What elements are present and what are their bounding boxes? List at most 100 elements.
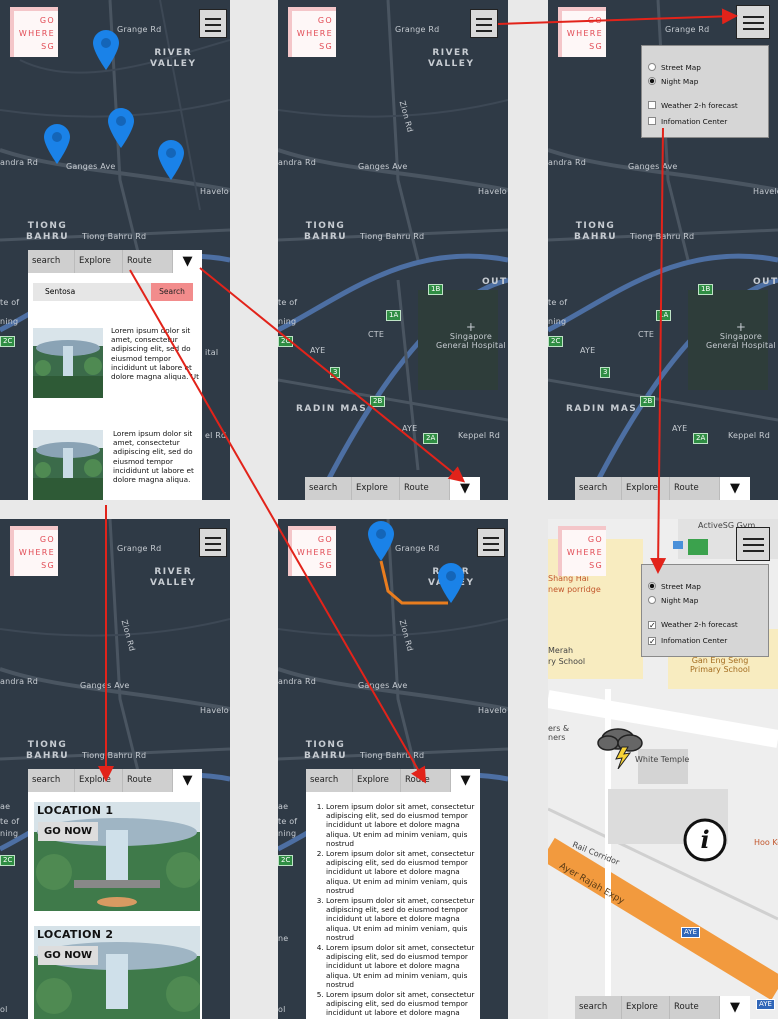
map-label-grange-rd: Grange Rd bbox=[665, 25, 710, 34]
tab-explore[interactable]: Explore bbox=[352, 477, 400, 500]
map-label-river-valley: RIVER VALLEY bbox=[150, 48, 197, 69]
location-card[interactable]: LOCATION 2 GO NOW bbox=[34, 926, 200, 1019]
screen-layer-menu: Grange Rd andra Rd Ganges Ave Havelo TIO… bbox=[548, 0, 778, 500]
map-label-ae: ae bbox=[0, 802, 11, 811]
road-badge-3: 3 bbox=[330, 367, 341, 378]
location-card[interactable]: LOCATION 1 GO NOW bbox=[34, 802, 200, 911]
collapse-panel-button[interactable]: ▼ bbox=[173, 769, 202, 792]
checkbox-icon bbox=[648, 101, 656, 109]
screen-collapsed-map: Grange Rd RIVER VALLEY Zion Rd Ganges Av… bbox=[278, 0, 508, 500]
tab-route[interactable]: Route bbox=[670, 996, 720, 1019]
map-label-ne: ne bbox=[278, 934, 289, 943]
tab-route[interactable]: Route bbox=[670, 477, 720, 500]
app-logo[interactable]: GO WHERE SG bbox=[288, 526, 336, 576]
location-title: LOCATION 2 bbox=[37, 928, 114, 941]
expand-panel-button[interactable]: ▼ bbox=[720, 477, 750, 500]
map-label-cte: CTE bbox=[368, 330, 385, 339]
map-label-kandra-rd: andra Rd bbox=[278, 158, 317, 167]
collapse-panel-button[interactable]: ▼ bbox=[173, 250, 202, 273]
location-pin-icon[interactable] bbox=[158, 140, 184, 180]
road-badge-2c: 2C bbox=[278, 855, 294, 866]
start-pin-icon[interactable] bbox=[368, 521, 394, 561]
layer-menu: Street Map Night Map ✓ Weather 2-h foreca… bbox=[641, 564, 769, 657]
map-label-tiong-bahru-rd: Tiong Bahru Rd bbox=[360, 751, 425, 760]
checkbox-weather[interactable]: Weather 2-h forecast bbox=[648, 100, 738, 112]
hamburger-menu-button[interactable] bbox=[199, 9, 227, 38]
expand-panel-button[interactable]: ▼ bbox=[720, 996, 750, 1019]
radio-street-map[interactable]: Street Map bbox=[648, 581, 701, 593]
tab-search[interactable]: search bbox=[575, 477, 622, 500]
tab-search[interactable]: search bbox=[306, 769, 353, 792]
road-badge-2c: 2C bbox=[278, 336, 294, 347]
road-badge-2c: 2C bbox=[548, 336, 564, 347]
tab-route[interactable]: Route bbox=[400, 477, 450, 500]
tab-explore[interactable]: Explore bbox=[75, 250, 123, 273]
svg-text:i: i bbox=[700, 825, 709, 854]
road-badge-1b: 1B bbox=[698, 284, 714, 295]
map-label-te-of: te of bbox=[278, 817, 298, 826]
app-logo[interactable]: GO WHERE SG bbox=[558, 526, 606, 576]
map-label-kandra-rd: andra Rd bbox=[278, 677, 317, 686]
map-label-ning: ning bbox=[278, 317, 297, 326]
checkbox-info-center[interactable]: Infomation Center bbox=[648, 116, 727, 128]
hamburger-menu-button[interactable] bbox=[477, 528, 505, 557]
road-badge-3: 3 bbox=[600, 367, 611, 378]
map-label-ganges-ave: Ganges Ave bbox=[358, 162, 408, 171]
tab-search[interactable]: search bbox=[575, 996, 622, 1019]
radio-night-map[interactable]: Night Map bbox=[648, 76, 698, 88]
tab-search[interactable]: search bbox=[28, 769, 75, 792]
radio-selected-icon bbox=[648, 77, 656, 85]
expand-panel-button[interactable]: ▼ bbox=[450, 477, 480, 500]
tab-explore[interactable]: Explore bbox=[353, 769, 401, 792]
bottom-tab-bar: search Explore Route ▼ bbox=[305, 477, 480, 500]
hamburger-menu-button[interactable] bbox=[736, 527, 770, 561]
tab-explore[interactable]: Explore bbox=[75, 769, 123, 792]
hamburger-menu-button[interactable] bbox=[736, 5, 770, 39]
tab-route[interactable]: Route bbox=[123, 250, 173, 273]
collapse-panel-button[interactable]: ▼ bbox=[451, 769, 480, 792]
radio-night-map[interactable]: Night Map bbox=[648, 595, 698, 607]
road-badge-2a: 2A bbox=[693, 433, 709, 444]
map-label-ning: ning bbox=[0, 317, 19, 326]
map-label-el-rd: el Rd bbox=[205, 431, 227, 440]
tab-search[interactable]: search bbox=[28, 250, 75, 273]
hamburger-menu-button[interactable] bbox=[470, 9, 498, 38]
tab-explore[interactable]: Explore bbox=[622, 477, 670, 500]
route-step: Lorem ipsum dolor sit amet, consectetur … bbox=[326, 849, 478, 895]
search-input[interactable]: Sentosa bbox=[33, 283, 151, 301]
checkbox-weather[interactable]: ✓ Weather 2-h forecast bbox=[648, 619, 738, 631]
map-label-tiong-bahru: TIONG BAHRU bbox=[26, 740, 70, 761]
map-label-ning: ning bbox=[278, 829, 297, 838]
tab-explore[interactable]: Explore bbox=[622, 996, 670, 1019]
location-pin-icon[interactable] bbox=[93, 30, 119, 70]
map-label-tiong-bahru: TIONG BAHRU bbox=[304, 221, 348, 242]
night-map[interactable] bbox=[278, 0, 508, 500]
map-label-porridge: new porridge bbox=[548, 585, 601, 594]
information-center-icon[interactable]: i bbox=[682, 817, 728, 863]
radio-street-map[interactable]: Street Map bbox=[648, 62, 701, 74]
screen-home-search: Grange Rd RIVER VALLEY Ganges Ave andra … bbox=[0, 0, 230, 500]
result-thumbnail[interactable] bbox=[33, 328, 103, 398]
search-button[interactable]: Search bbox=[151, 283, 193, 301]
weather-thunderstorm-icon[interactable] bbox=[596, 721, 648, 769]
app-logo[interactable]: GO WHERE SG bbox=[10, 526, 58, 576]
location-pin-icon[interactable] bbox=[44, 124, 70, 164]
map-label-tiong-bahru: TIONG BAHRU bbox=[26, 221, 70, 242]
location-pin-icon[interactable] bbox=[108, 108, 134, 148]
checkbox-info-center[interactable]: ✓ Infomation Center bbox=[648, 635, 727, 647]
app-logo[interactable]: GO WHERE SG bbox=[558, 7, 606, 57]
tab-search[interactable]: search bbox=[305, 477, 352, 500]
map-label-havelock: Havelo bbox=[753, 187, 778, 196]
tab-route[interactable]: Route bbox=[123, 769, 173, 792]
hamburger-menu-button[interactable] bbox=[199, 528, 227, 557]
app-logo[interactable]: GO WHERE SG bbox=[10, 7, 58, 57]
map-label-aye: AYE bbox=[310, 346, 326, 355]
go-now-button[interactable]: GO NOW bbox=[38, 946, 99, 965]
go-now-button[interactable]: GO NOW bbox=[38, 822, 99, 841]
location-title: LOCATION 1 bbox=[37, 804, 114, 817]
destination-pin-icon[interactable] bbox=[438, 563, 464, 603]
map-label-grange-rd: Grange Rd bbox=[395, 544, 440, 553]
tab-route[interactable]: Route bbox=[401, 769, 451, 792]
result-thumbnail[interactable] bbox=[33, 430, 103, 500]
app-logo[interactable]: GO WHERE SG bbox=[288, 7, 336, 57]
